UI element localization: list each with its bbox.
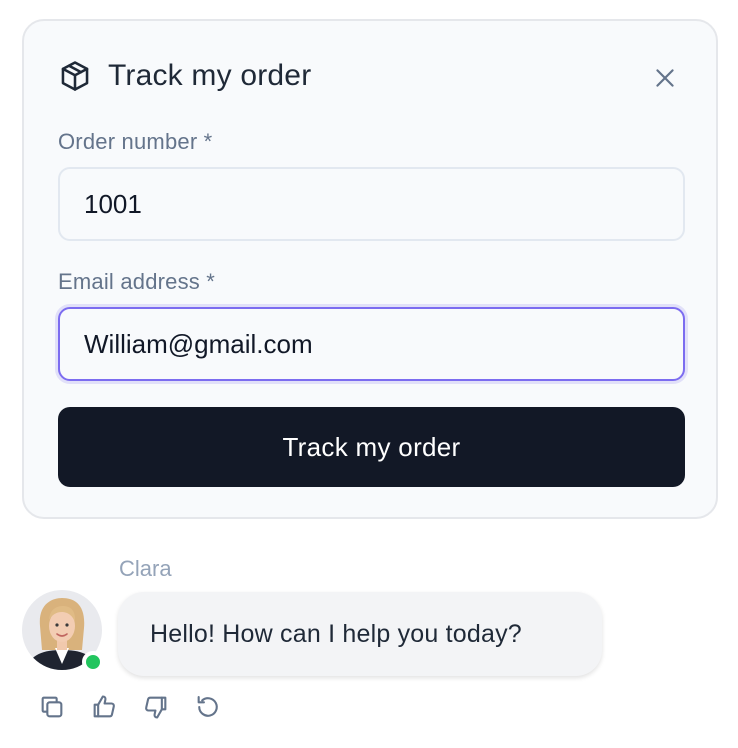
chat-message-bubble: Hello! How can I help you today? (118, 592, 602, 676)
email-label: Email address * (58, 269, 216, 294)
copy-icon (41, 696, 63, 718)
regenerate-button[interactable] (194, 692, 222, 722)
card-header: Track my order (58, 59, 311, 93)
close-icon (656, 69, 674, 87)
email-input[interactable]: William@gmail.com (58, 307, 685, 381)
online-status-indicator (82, 651, 104, 673)
copy-button[interactable] (38, 692, 66, 722)
close-button[interactable] (652, 65, 678, 91)
card-title: Track my order (108, 59, 312, 92)
thumbs-down-icon (145, 696, 167, 719)
agent-name: Clara (119, 556, 172, 581)
order-number-label: Order number * (58, 129, 213, 154)
order-number-input[interactable]: 1001 (58, 167, 685, 241)
thumbs-up-button[interactable] (90, 692, 118, 722)
package-icon (61, 61, 89, 91)
regenerate-icon (197, 696, 218, 717)
thumbs-up-icon (93, 695, 115, 718)
message-actions (38, 692, 222, 722)
track-order-card: Track my order Order number * 1001 Email… (22, 19, 718, 519)
track-order-button[interactable]: Track my order (58, 407, 685, 487)
thumbs-down-button[interactable] (142, 692, 170, 722)
